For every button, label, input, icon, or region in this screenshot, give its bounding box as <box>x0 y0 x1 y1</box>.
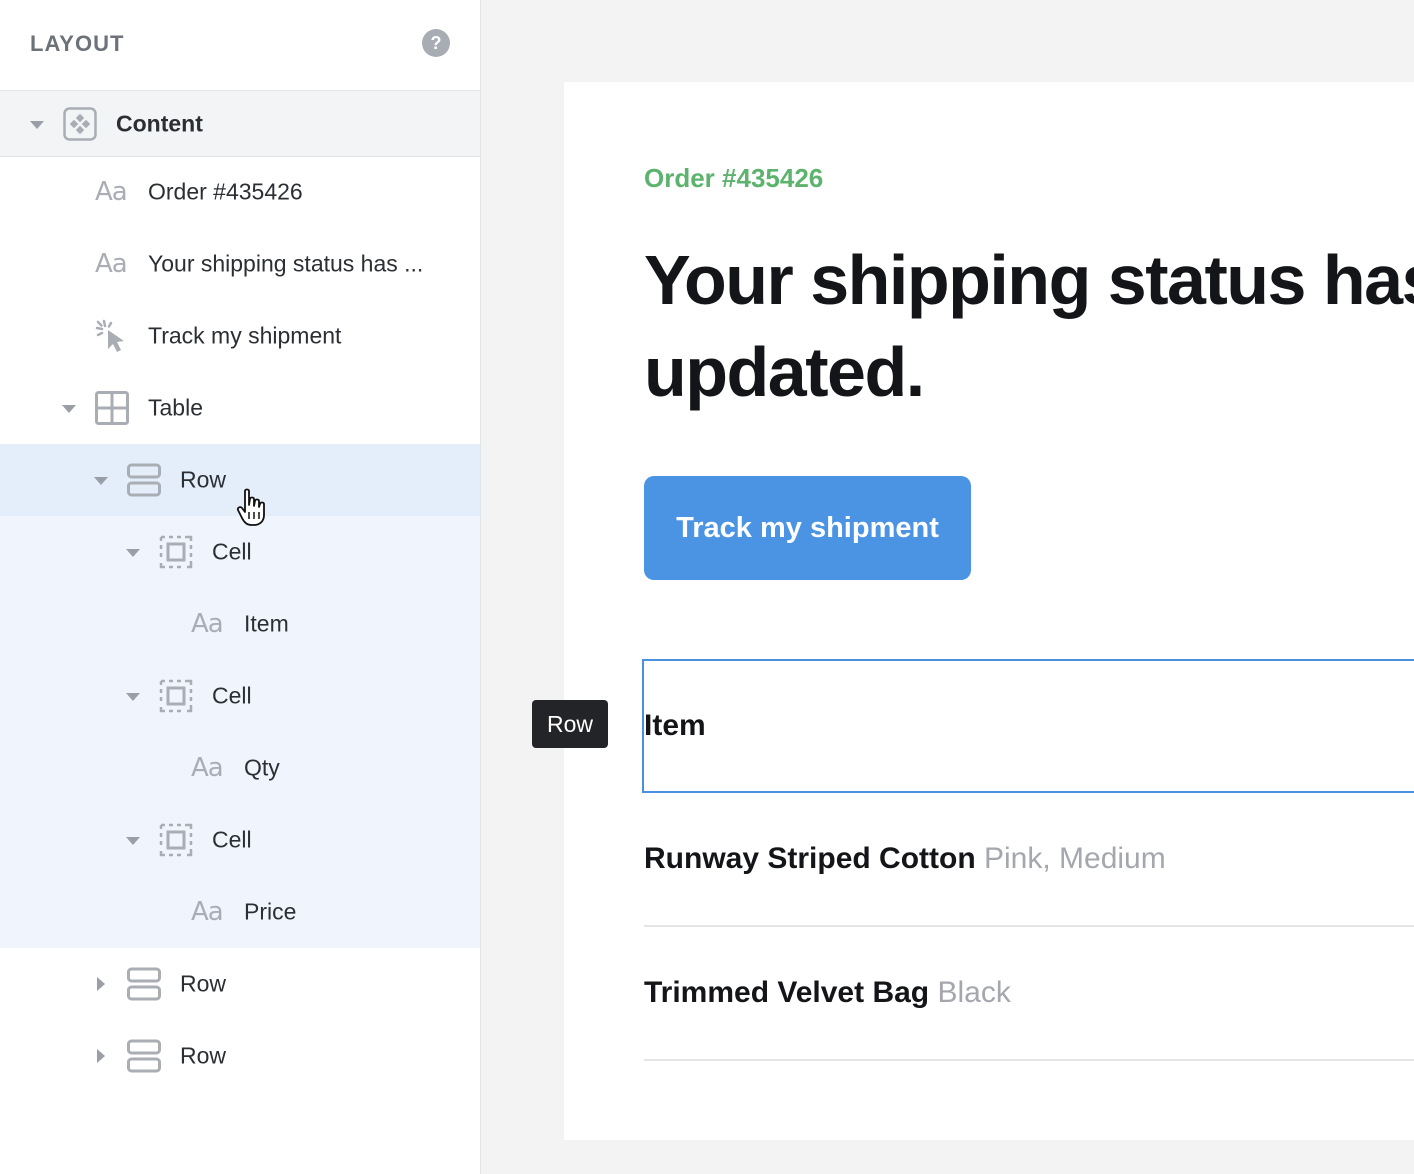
email-preview: Order #435426 Your shipping status has u… <box>564 82 1414 1140</box>
tree-item-label: Row <box>180 1042 227 1069</box>
chevron-down-icon[interactable] <box>30 120 44 129</box>
panel-title: LAYOUT <box>30 31 125 56</box>
tree-item-row[interactable]: Row <box>0 948 480 1020</box>
tree-item-cell[interactable]: Cell <box>0 804 480 876</box>
tree-item-label: Cell <box>212 682 252 709</box>
cell-icon <box>159 823 193 857</box>
tree-item-row[interactable]: Row <box>0 1020 480 1092</box>
product-name: Trimmed Velvet Bag <box>644 976 930 1009</box>
text-icon: Aa <box>95 249 128 279</box>
row-icon <box>127 967 161 1001</box>
table-row[interactable]: Runway Striped Cotton Pink, Medium <box>644 793 1414 927</box>
tree-item-content[interactable]: Content <box>0 91 480 157</box>
button-click-icon <box>95 319 124 352</box>
chevron-down-icon[interactable] <box>126 693 140 701</box>
tree-item-label: Row <box>180 466 227 493</box>
product-variant: Black <box>937 976 1011 1009</box>
text-icon: Aa <box>191 609 224 639</box>
tree-item-order-text[interactable]: Aa Order #435426 <box>0 156 480 228</box>
cell-icon <box>159 535 193 569</box>
tree-item-label: Qty <box>244 754 280 781</box>
table-header-row-selected[interactable]: Item <box>642 659 1414 793</box>
tree-item-cell[interactable]: Cell <box>0 660 480 732</box>
order-number[interactable]: Order #435426 <box>644 163 823 194</box>
product-line: Runway Striped Cotton Pink, Medium <box>644 842 1166 876</box>
hand-cursor-icon <box>236 488 265 526</box>
layout-panel: LAYOUT ? Content Aa Order #435426 Aa You… <box>0 0 481 1174</box>
tree-item-label: Order #435426 <box>148 178 303 205</box>
tree-item-label: Item <box>244 610 289 637</box>
product-name: Runway Striped Cotton <box>644 842 976 875</box>
row-icon <box>127 463 161 497</box>
row-tooltip: Row <box>532 700 608 748</box>
tree-item-button[interactable]: Track my shipment <box>0 300 480 372</box>
tree-item-label: Content <box>116 110 203 136</box>
help-icon[interactable]: ? <box>422 29 450 57</box>
tree-item-label: Row <box>180 970 227 997</box>
chevron-right-icon[interactable] <box>97 1049 105 1063</box>
tree-item-label: Price <box>244 898 297 925</box>
table-header-item: Item <box>644 709 706 742</box>
tree-item-qty-text[interactable]: Aa Qty <box>0 732 480 804</box>
chevron-down-icon[interactable] <box>94 477 108 485</box>
headline[interactable]: Your shipping status has updated. <box>644 234 1414 418</box>
track-shipment-button[interactable]: Track my shipment <box>644 476 971 580</box>
component-icon <box>63 106 97 141</box>
layout-panel-header: LAYOUT ? <box>0 0 480 91</box>
tree-item-label: Track my shipment <box>148 322 342 349</box>
table-row[interactable]: Trimmed Velvet Bag Black <box>644 927 1414 1061</box>
tree-item-headline-text[interactable]: Aa Your shipping status has ... <box>0 228 480 300</box>
tree-item-item-text[interactable]: Aa Item <box>0 588 480 660</box>
text-icon: Aa <box>95 177 128 207</box>
product-line: Trimmed Velvet Bag Black <box>644 976 1011 1010</box>
tree-item-table[interactable]: Table <box>0 372 480 444</box>
tree-item-price-text[interactable]: Aa Price <box>0 876 480 948</box>
row-icon <box>127 1039 161 1073</box>
text-icon: Aa <box>191 897 224 927</box>
tree-item-label: Table <box>148 394 203 421</box>
tree-item-label: Your shipping status has ... <box>148 250 424 277</box>
chevron-down-icon[interactable] <box>62 405 76 413</box>
tree-item-label: Cell <box>212 826 252 853</box>
tree-item-label: Cell <box>212 538 252 565</box>
cell-icon <box>159 679 193 713</box>
chevron-down-icon[interactable] <box>126 549 140 557</box>
product-variant: Pink, Medium <box>984 842 1166 875</box>
text-icon: Aa <box>191 753 224 783</box>
table-icon <box>95 391 129 425</box>
chevron-down-icon[interactable] <box>126 837 140 845</box>
chevron-right-icon[interactable] <box>97 977 105 991</box>
